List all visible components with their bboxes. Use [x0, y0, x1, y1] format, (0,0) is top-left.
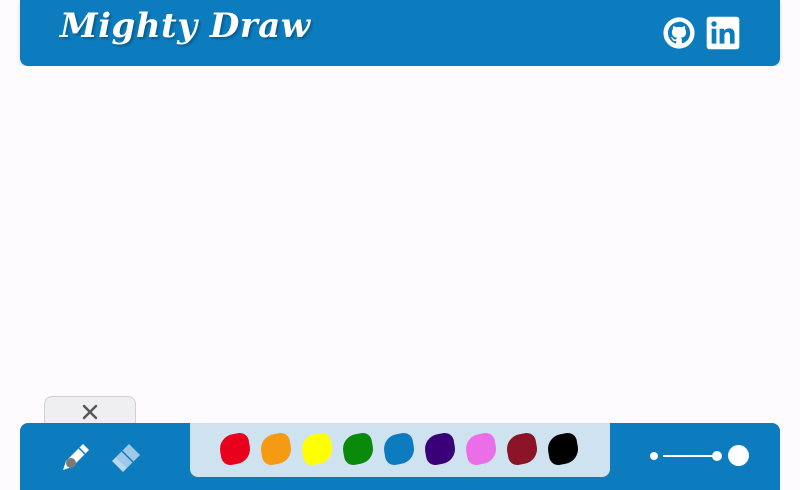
drawing-canvas[interactable]	[0, 66, 800, 423]
swatch-green[interactable]	[340, 431, 376, 467]
pencil-icon	[63, 444, 89, 470]
swatch-indigo[interactable]	[422, 431, 458, 467]
swatch-black[interactable]	[545, 431, 581, 467]
swatch-yellow[interactable]	[299, 431, 335, 467]
small-dot-icon	[650, 452, 658, 460]
swatch-pink[interactable]	[463, 431, 499, 467]
app-title: Mighty Draw	[60, 6, 311, 46]
bottom-toolbar	[20, 423, 780, 490]
eraser-tool-button[interactable]	[108, 439, 144, 475]
pencil-tool-button[interactable]	[58, 439, 94, 475]
color-palette	[190, 423, 610, 477]
linkedin-link[interactable]	[706, 16, 740, 50]
close-toolbar-button[interactable]	[44, 396, 136, 426]
close-icon	[82, 404, 98, 419]
brush-size-slider[interactable]	[648, 443, 758, 469]
swatch-maroon[interactable]	[504, 431, 540, 467]
app-header: Mighty Draw	[20, 0, 780, 66]
github-link[interactable]	[662, 16, 696, 50]
linkedin-icon	[706, 16, 740, 50]
slider-track[interactable]	[663, 455, 718, 457]
swatch-red[interactable]	[217, 431, 253, 467]
github-icon	[663, 17, 695, 49]
eraser-icon	[112, 444, 140, 472]
large-dot-icon	[728, 445, 749, 466]
swatch-orange[interactable]	[258, 431, 294, 467]
slider-thumb[interactable]	[712, 451, 722, 461]
swatch-blue[interactable]	[381, 431, 417, 467]
